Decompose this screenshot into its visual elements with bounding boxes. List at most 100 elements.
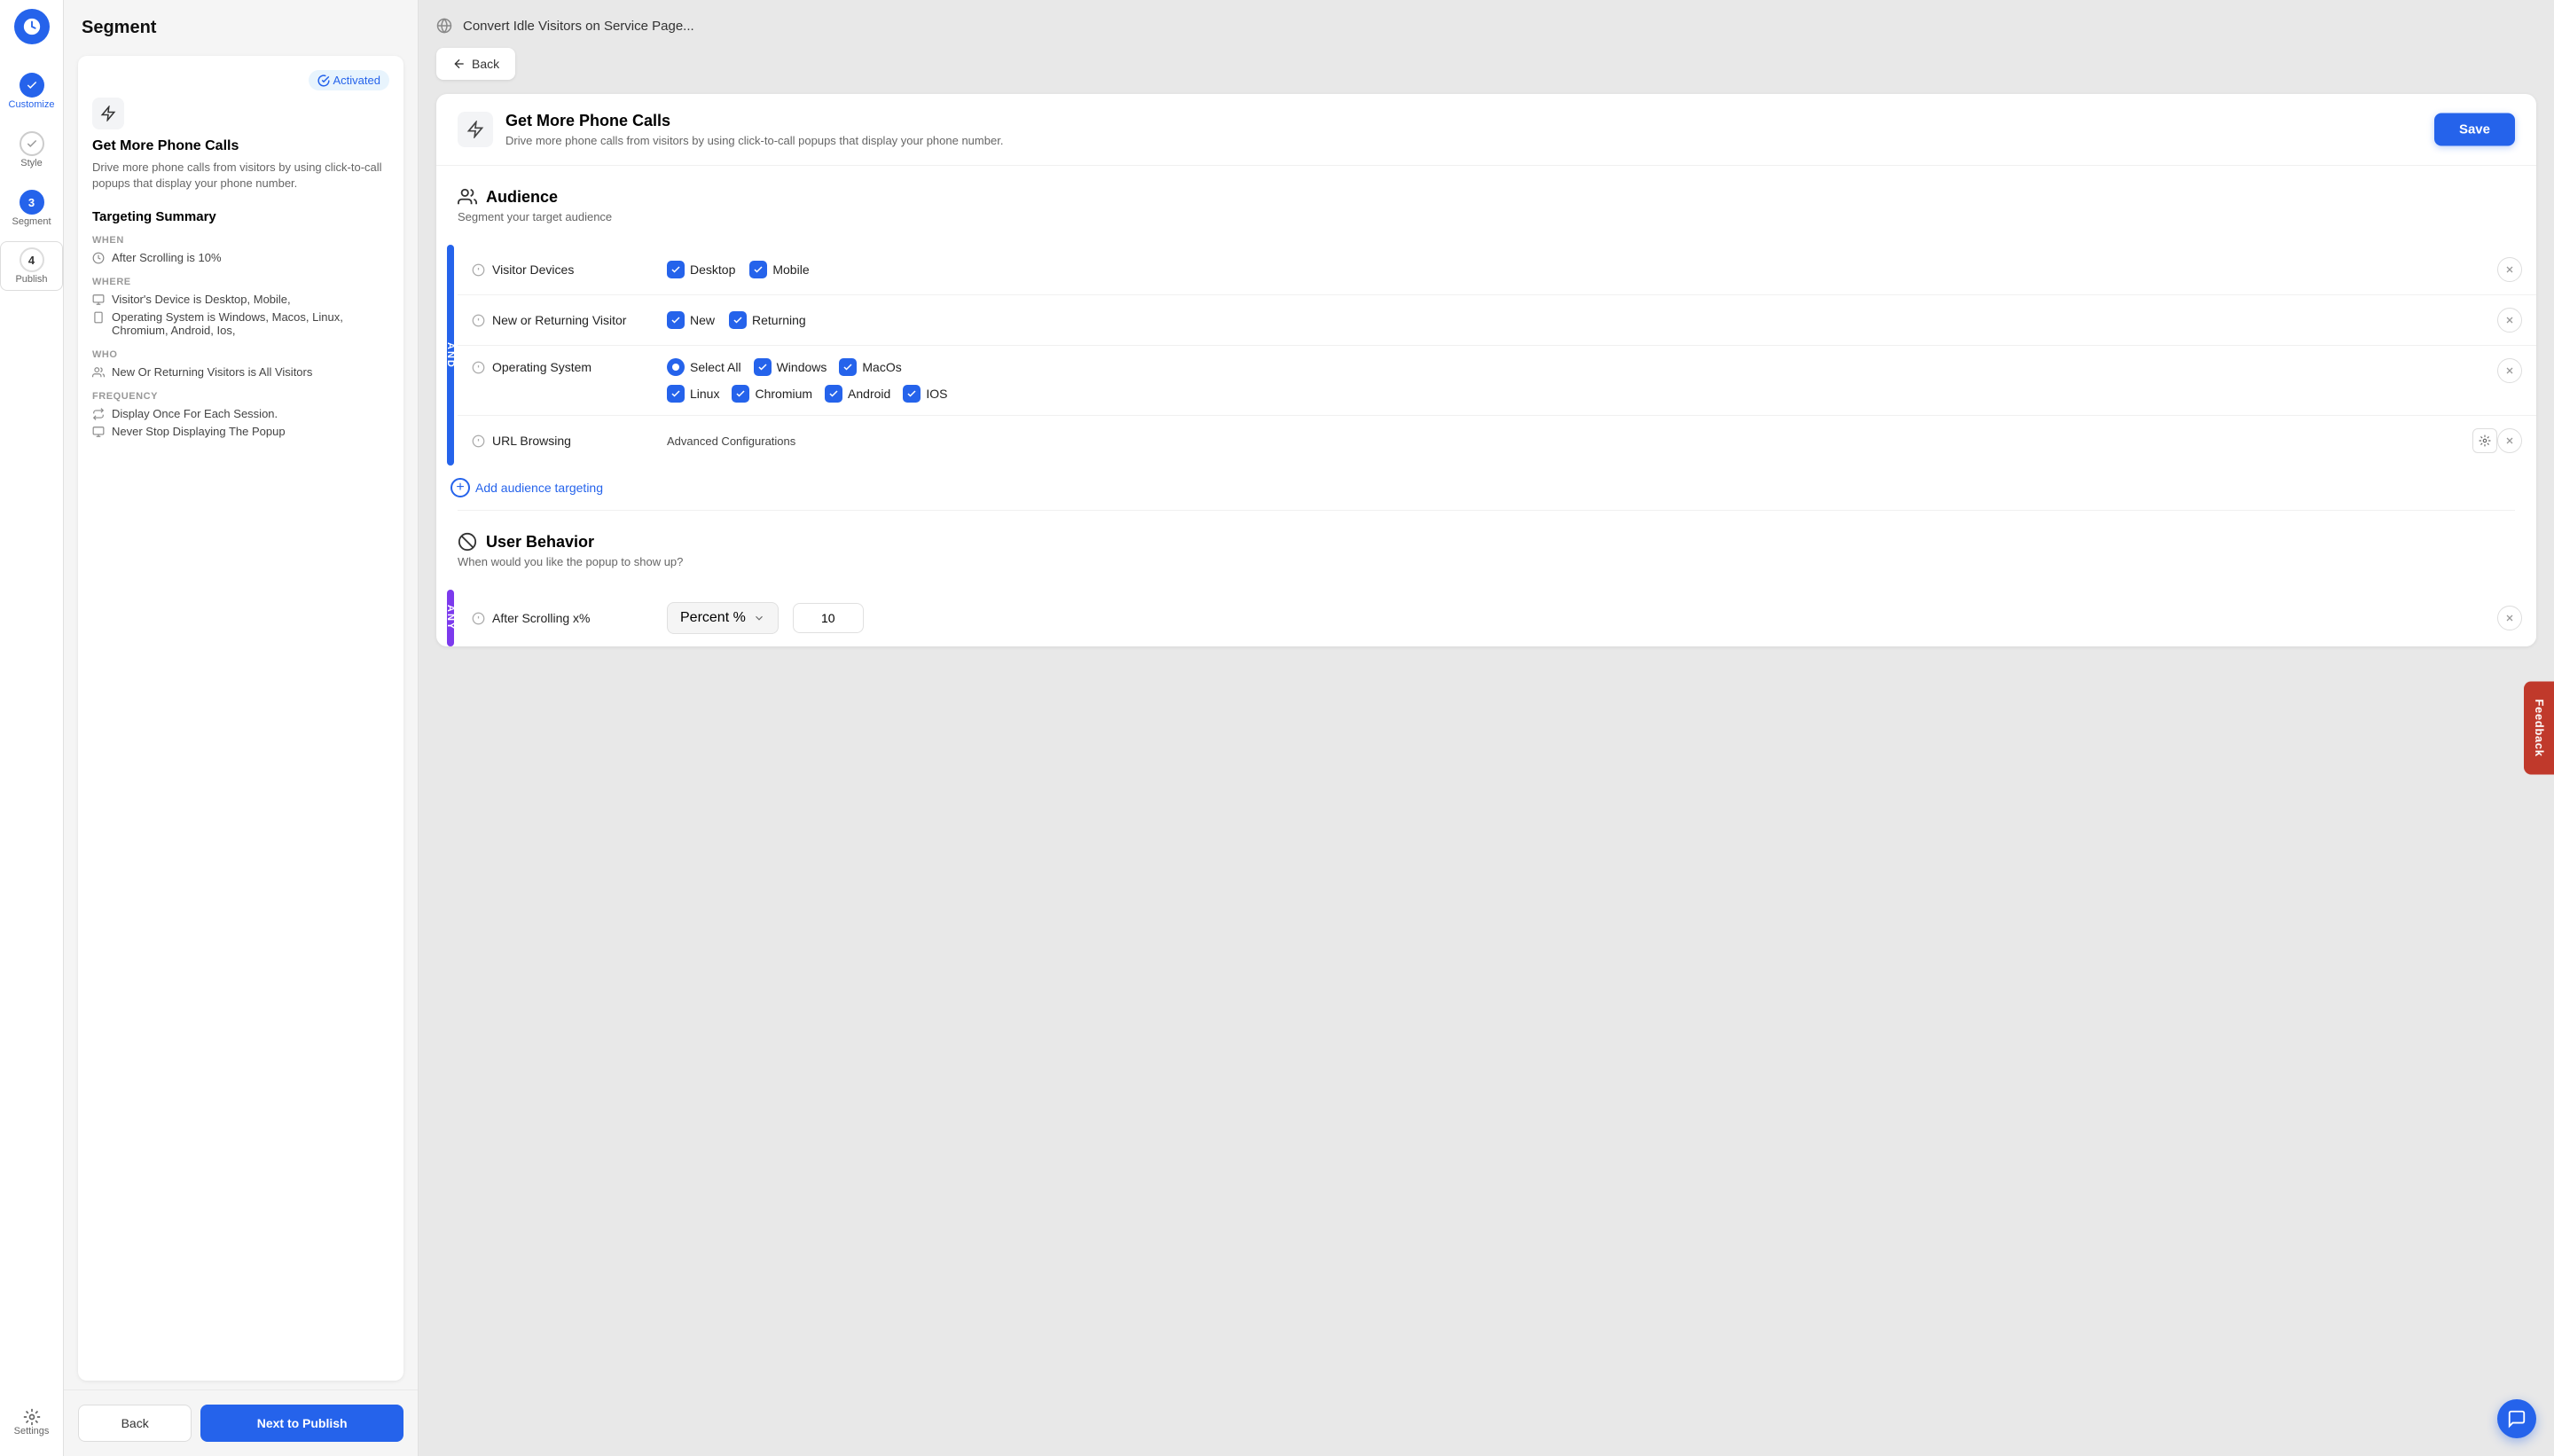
returning-checkbox[interactable] [729,311,747,329]
visitor-devices-text: Visitor Devices [492,262,574,277]
returning-option[interactable]: Returning [729,311,806,329]
linux-option[interactable]: Linux [667,385,719,403]
publish-step-number: 4 [20,247,44,272]
visitor-devices-label: Visitor Devices [472,262,667,277]
user-behavior-title: User Behavior [458,532,2515,552]
main-back-label: Back [472,57,499,71]
remove-scrolling[interactable] [2497,606,2522,630]
remove-visitor-devices[interactable] [2497,257,2522,282]
new-option[interactable]: New [667,311,715,329]
behavior-icon [458,532,477,552]
chat-icon [2507,1409,2527,1429]
next-to-publish-button[interactable]: Next to Publish [200,1405,403,1442]
who-label: WHO [92,349,389,360]
targeting-summary: Targeting Summary WHEN After Scrolling i… [92,209,389,438]
desktop-label: Desktop [690,262,735,277]
summary-frequency-item-1: Display Once For Each Session. [92,407,389,420]
card-header: Get More Phone Calls Drive more phone ca… [436,94,2536,166]
card-header-icon [458,112,493,147]
url-browsing-gear[interactable] [2472,428,2497,453]
sidebar-item-publish-label: Publish [15,274,47,285]
macos-option[interactable]: MacOs [839,358,901,376]
audience-title-text: Audience [486,188,558,207]
sidebar: Customize Style 3 Segment 4 Publish Sett… [0,0,64,1456]
info-icon-scroll [472,612,485,625]
add-targeting-label: Add audience targeting [475,481,603,495]
os-row-2: Linux Chromium [667,385,2497,403]
ios-option[interactable]: IOS [903,385,947,403]
android-checkbox[interactable] [825,385,842,403]
summary-when-item: After Scrolling is 10% [92,251,389,264]
feedback-tab[interactable]: Feedback [2524,681,2554,774]
chromium-checkbox[interactable] [732,385,749,403]
mobile-checkbox[interactable] [749,261,767,278]
frequency-label: FREQUENCY [92,391,389,402]
arrow-left-icon [452,57,466,71]
back-button[interactable]: Back [78,1405,192,1442]
who-value: New Or Returning Visitors is All Visitor… [112,365,312,379]
infinite-icon [92,426,105,438]
segment-panel-header: Segment [64,0,418,47]
after-scrolling-label: After Scrolling x% [472,611,667,625]
gear-icon-url [2479,434,2491,447]
add-audience-targeting[interactable]: + Add audience targeting [436,466,2536,510]
any-connector: ANY After Scrolling x% Percent % [436,590,2536,646]
windows-label: Windows [777,360,827,374]
desktop-checkbox[interactable] [667,261,685,278]
info-icon-os [472,361,485,374]
add-targeting-circle: + [450,478,470,497]
frequency-value-1: Display Once For Each Session. [112,407,278,420]
visitor-devices-options: Desktop Mobile [667,261,2497,278]
device-icon [92,311,105,324]
new-returning-options: New Returning [667,311,2497,329]
behavior-rows: After Scrolling x% Percent % [458,590,2536,646]
percent-dropdown[interactable]: Percent % [667,602,779,634]
when-label: WHEN [92,235,389,246]
linux-checkbox[interactable] [667,385,685,403]
url-browsing-label: URL Browsing [472,434,667,448]
activated-badge: Activated [309,70,389,90]
returning-label: Returning [752,313,806,327]
android-option[interactable]: Android [825,385,890,403]
clock-icon [92,252,105,264]
summary-where-item-1: Visitor's Device is Desktop, Mobile, [92,293,389,306]
sidebar-item-segment[interactable]: 3 Segment [0,183,63,234]
operating-system-label: Operating System [472,358,667,374]
desktop-option[interactable]: Desktop [667,261,735,278]
macos-label: MacOs [862,360,901,374]
sidebar-item-settings[interactable]: Settings [11,1401,53,1444]
chat-bubble[interactable] [2497,1399,2536,1438]
campaign-title: Get More Phone Calls [92,138,389,154]
windows-checkbox[interactable] [754,358,772,376]
save-button[interactable]: Save [2434,114,2515,146]
select-all-radio[interactable] [667,358,685,376]
visitor-devices-row: Visitor Devices Desktop [458,245,2536,295]
after-scrolling-text: After Scrolling x% [492,611,590,625]
remove-new-returning[interactable] [2497,308,2522,333]
remove-url-browsing[interactable] [2497,428,2522,453]
chromium-option[interactable]: Chromium [732,385,812,403]
scroll-value-input[interactable] [793,603,864,633]
and-bar: AND [447,245,454,466]
mobile-option[interactable]: Mobile [749,261,809,278]
targeting-summary-title: Targeting Summary [92,209,389,224]
sidebar-item-publish[interactable]: 4 Publish [0,241,63,291]
sidebar-item-customize[interactable]: Customize [0,66,63,117]
app-logo[interactable] [14,9,50,44]
summary-who-item: New Or Returning Visitors is All Visitor… [92,365,389,379]
where-value-2: Operating System is Windows, Macos, Linu… [112,310,389,337]
macos-checkbox[interactable] [839,358,857,376]
info-icon-url [472,434,485,448]
remove-os[interactable] [2497,358,2522,383]
new-checkbox[interactable] [667,311,685,329]
info-icon-nr [472,314,485,327]
scrolling-options: Percent % [667,602,2497,634]
windows-option[interactable]: Windows [754,358,827,376]
where-value-1: Visitor's Device is Desktop, Mobile, [112,293,291,306]
user-behavior-section: User Behavior When would you like the po… [436,511,2536,590]
ios-checkbox[interactable] [903,385,921,403]
main-back-button[interactable]: Back [436,48,515,80]
select-all-option[interactable]: Select All [667,358,741,376]
sidebar-item-style[interactable]: Style [0,124,63,176]
when-value: After Scrolling is 10% [112,251,222,264]
